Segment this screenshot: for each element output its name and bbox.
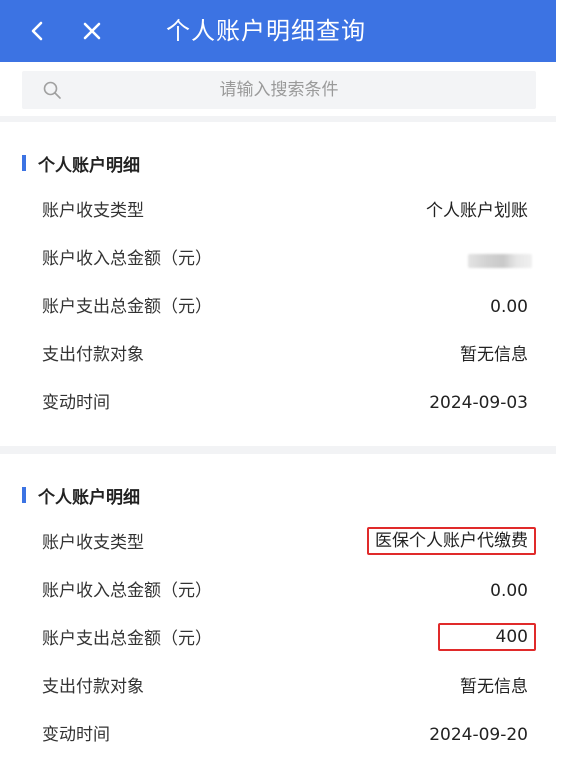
highlighted-value: 医保个人账户代缴费 [367, 527, 536, 555]
row-label: 变动时间 [42, 725, 110, 745]
account-detail-card: 个人账户明细 账户收支类型 个人账户划账 账户收入总金额（元） 账户支出总金额（… [0, 122, 556, 446]
account-detail-card: 个人账户明细 账户收支类型 医保个人账户代缴费 账户收入总金额（元） 0.00 … [0, 454, 556, 778]
highlighted-value: 400 [438, 623, 536, 651]
detail-row-type: 账户收支类型 医保个人账户代缴费 [0, 527, 556, 558]
screen: 个人账户明细查询 请输入搜索条件 个人账户明细 账户收支类型 个人账户划账 账户… [0, 0, 556, 778]
section-title: 个人账户明细 [38, 487, 140, 508]
detail-row-income: 账户收入总金额（元） 0.00 [0, 576, 556, 606]
section-accent-bar [22, 155, 26, 171]
detail-row-payee: 支出付款对象 暂无信息 [0, 340, 556, 370]
row-value: 0.00 [490, 581, 528, 601]
row-value: 2024-09-03 [429, 393, 528, 413]
app-header: 个人账户明细查询 [0, 0, 556, 62]
row-label: 账户收支类型 [42, 201, 144, 221]
row-value: 暂无信息 [460, 345, 528, 365]
row-label: 账户支出总金额（元） [42, 629, 212, 649]
detail-row-income: 账户收入总金额（元） [0, 244, 556, 274]
section-header: 个人账户明细 [22, 483, 140, 508]
close-icon[interactable] [80, 19, 104, 43]
row-label: 变动时间 [42, 393, 110, 413]
page-title: 个人账户明细查询 [166, 17, 366, 45]
redacted-value [468, 254, 532, 268]
section-divider [0, 446, 556, 454]
search-input[interactable]: 请输入搜索条件 [22, 71, 536, 109]
detail-row-expense: 账户支出总金额（元） 0.00 [0, 292, 556, 322]
row-value: 0.00 [490, 297, 528, 317]
row-label: 账户收入总金额（元） [42, 581, 212, 601]
detail-row-payee: 支出付款对象 暂无信息 [0, 672, 556, 702]
section-title: 个人账户明细 [38, 155, 140, 176]
row-label: 支出付款对象 [42, 345, 144, 365]
detail-row-time: 变动时间 2024-09-20 [0, 720, 556, 750]
search-bar: 请输入搜索条件 [0, 62, 556, 116]
row-label: 账户支出总金额（元） [42, 297, 212, 317]
detail-row-expense: 账户支出总金额（元） 400 [0, 623, 556, 654]
detail-row-type: 账户收支类型 个人账户划账 [0, 196, 556, 226]
search-placeholder: 请输入搜索条件 [219, 80, 339, 100]
section-accent-bar [22, 487, 26, 503]
row-label: 账户收支类型 [42, 533, 144, 553]
row-label: 支出付款对象 [42, 677, 144, 697]
row-value: 个人账户划账 [426, 201, 528, 221]
row-value: 2024-09-20 [429, 725, 528, 745]
detail-row-time: 变动时间 2024-09-03 [0, 388, 556, 418]
chevron-left-icon[interactable] [26, 18, 50, 44]
section-header: 个人账户明细 [22, 151, 140, 176]
row-value: 暂无信息 [460, 677, 528, 697]
row-label: 账户收入总金额（元） [42, 249, 212, 269]
